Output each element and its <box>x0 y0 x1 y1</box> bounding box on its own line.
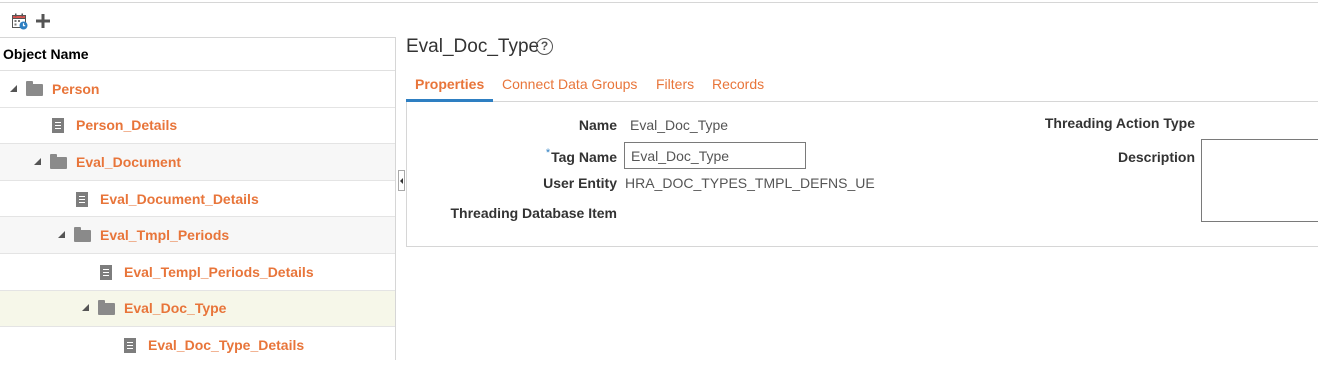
tree-row-eval-doc-type-details[interactable]: Eval_Doc_Type_Details <box>0 327 395 364</box>
tree-node-label[interactable]: Person <box>52 80 99 98</box>
document-icon <box>124 338 136 354</box>
tree-row-person[interactable]: Person <box>0 71 395 108</box>
tree-node-label[interactable]: Eval_Doc_Type_Details <box>148 336 304 354</box>
threading-database-item-label: Threading Database Item <box>450 205 618 221</box>
tree-node-label[interactable]: Eval_Tmpl_Periods <box>100 226 229 244</box>
tab-bar: Properties Connect Data Groups Filters R… <box>406 70 1318 102</box>
help-circle-icon[interactable]: ? <box>536 38 553 55</box>
tag-name-input[interactable] <box>624 142 806 169</box>
calendar-icon[interactable] <box>11 12 29 30</box>
collapse-triangle-icon[interactable] <box>34 157 41 165</box>
tree-node-label[interactable]: Eval_Doc_Type <box>124 299 226 317</box>
tree-node-label[interactable]: Eval_Document_Details <box>100 190 259 208</box>
object-tree: Object Name Person Person_Details Eval_D… <box>0 37 396 360</box>
tree-node-label[interactable]: Person_Details <box>76 116 177 134</box>
tree-column-header: Object Name <box>0 38 395 71</box>
tag-name-label: *Tag Name <box>545 147 617 165</box>
collapse-triangle-icon[interactable] <box>58 231 65 239</box>
plus-icon[interactable] <box>34 12 52 30</box>
collapse-triangle-icon[interactable] <box>10 84 17 92</box>
folder-icon <box>26 80 43 96</box>
toolbar <box>11 11 52 31</box>
tab-filters[interactable]: Filters <box>656 76 694 92</box>
user-entity-value: HRA_DOC_TYPES_TMPL_DEFNS_UE <box>625 175 875 191</box>
tab-connect-data-groups[interactable]: Connect Data Groups <box>502 76 637 92</box>
folder-icon <box>50 153 67 169</box>
document-icon <box>76 191 88 207</box>
tree-node-label[interactable]: Eval_Document <box>76 153 181 171</box>
top-divider <box>0 2 1318 3</box>
tree-row-eval-doc-type[interactable]: Eval_Doc_Type <box>0 290 395 328</box>
threading-action-type-label: Threading Action Type <box>1044 115 1195 131</box>
folder-icon <box>74 227 91 243</box>
tree-row-person-details[interactable]: Person_Details <box>0 108 395 145</box>
folder-icon <box>98 300 115 316</box>
tab-records[interactable]: Records <box>712 76 764 92</box>
required-marker: * <box>545 147 551 159</box>
collapse-triangle-icon[interactable] <box>82 304 89 312</box>
tree-row-eval-templ-periods-details[interactable]: Eval_Templ_Periods_Details <box>0 254 395 291</box>
tree-row-eval-document[interactable]: Eval_Document <box>0 144 395 181</box>
tree-row-eval-tmpl-periods[interactable]: Eval_Tmpl_Periods <box>0 217 395 254</box>
page-title: Eval_Doc_Type <box>406 36 540 57</box>
document-icon <box>100 264 112 280</box>
tag-name-label-text: Tag Name <box>551 149 617 165</box>
name-label: Name <box>578 117 617 133</box>
user-entity-label: User Entity <box>543 175 617 191</box>
document-icon <box>52 118 64 134</box>
name-value: Eval_Doc_Type <box>630 117 729 133</box>
tab-properties[interactable]: Properties <box>415 76 484 92</box>
tree-node-label[interactable]: Eval_Templ_Periods_Details <box>124 263 314 281</box>
tree-row-eval-document-details[interactable]: Eval_Document_Details <box>0 181 395 218</box>
description-textarea[interactable] <box>1201 139 1318 222</box>
splitter-collapse-handle[interactable] <box>398 170 405 191</box>
description-label: Description <box>1117 149 1195 165</box>
